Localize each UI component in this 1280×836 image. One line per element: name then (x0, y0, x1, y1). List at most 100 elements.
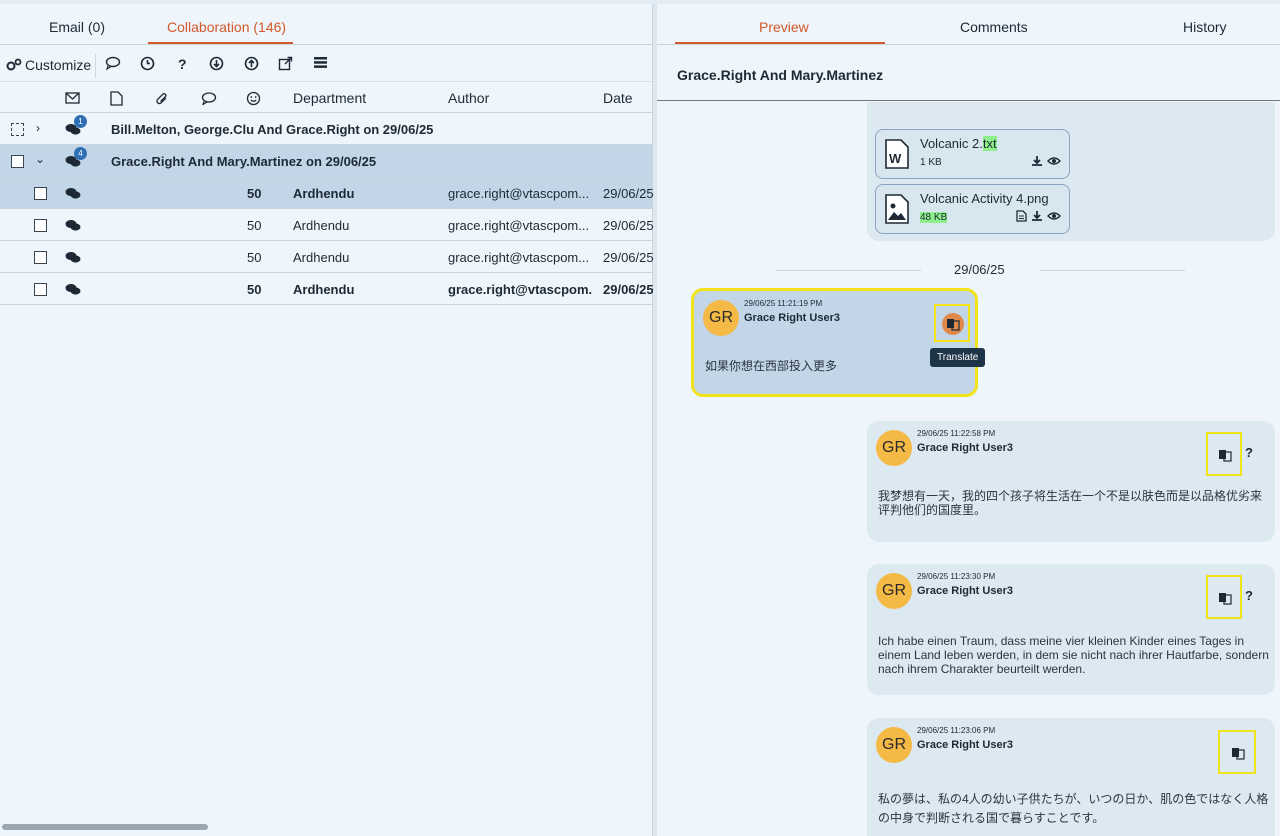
question-icon[interactable]: ? (1245, 445, 1253, 460)
help-button[interactable]: ? (178, 56, 187, 72)
history-button[interactable] (140, 56, 155, 71)
eye-icon[interactable] (1047, 155, 1061, 167)
date-separator-label: 29/06/25 (954, 262, 1005, 277)
comment-author: Grace Right User3 (917, 585, 1013, 597)
customize-button[interactable]: Customize (6, 57, 91, 73)
row-count: 50 (247, 186, 262, 201)
tab-comments[interactable]: Comments (960, 19, 1028, 35)
question-icon[interactable]: ? (1245, 588, 1253, 603)
avatar: GR (876, 573, 912, 609)
question-icon: ? (178, 56, 187, 72)
file-icon[interactable] (110, 91, 123, 106)
attachment-actions (1031, 155, 1061, 167)
group-label: Bill.Melton, George.Clu And Grace.Right … (111, 122, 434, 137)
translate-button[interactable] (1206, 432, 1242, 476)
word-document-icon: W (885, 139, 909, 169)
table-row[interactable]: 50 Ardhendu grace.right@vtascpom... 29/0… (0, 241, 653, 273)
attachment-card[interactable]: W Volcanic 2.txt 1 KB (875, 129, 1070, 179)
arrow-down-circle-icon (209, 56, 224, 71)
avatar: GR (876, 727, 912, 763)
comment-author: Grace Right User3 (744, 312, 840, 324)
row-checkbox[interactable] (34, 219, 47, 232)
thread-title: Grace.Right And Mary.Martinez (677, 67, 884, 83)
translate-icon (947, 319, 960, 331)
table-row[interactable]: 50 Ardhendu grace.right@vtascpom... 29/0… (0, 273, 653, 305)
avatar: GR (876, 430, 912, 466)
attachment-name-ext: txt (982, 136, 997, 151)
upload-button[interactable] (244, 56, 259, 71)
translate-button[interactable] (1206, 575, 1242, 619)
row-date: 29/06/25 (603, 218, 653, 233)
document-icon[interactable] (1016, 210, 1027, 222)
paperclip-icon[interactable] (155, 91, 169, 106)
comment-text: 我梦想有一天，我的四个孩子将生活在一个不是以肤色而是以品格优劣来评判他们的国度里… (878, 489, 1263, 517)
speech-bubble-icon (105, 56, 121, 70)
download-icon[interactable] (1031, 155, 1043, 167)
comment-icon[interactable] (201, 92, 217, 105)
attachment-name: Volcanic Activity 4.png (920, 191, 1049, 206)
row-checkbox[interactable] (34, 251, 47, 264)
comment-bubble[interactable]: GR 29/06/25 11:22:58 PM Grace Right User… (867, 421, 1275, 542)
count-badge: 1 (74, 115, 87, 128)
row-author: grace.right@vtascpom... (448, 250, 590, 265)
chevron-down-icon[interactable]: ⌄ (35, 152, 45, 166)
comments-icon (65, 284, 81, 295)
open-external-button[interactable] (278, 56, 293, 71)
comment-bubble[interactable]: GR 29/06/25 11:23:06 PM Grace Right User… (867, 718, 1275, 836)
translate-icon (1219, 593, 1232, 605)
comment-bubble[interactable]: GR 29/06/25 11:21:19 PM Grace Right User… (691, 288, 978, 397)
comments-icon (65, 220, 81, 231)
tab-email[interactable]: Email (0) (49, 19, 105, 35)
group-label: Grace.Right And Mary.Martinez on 29/06/2… (111, 154, 377, 169)
group-row[interactable]: › 1 Bill.Melton, George.Clu And Grace.Ri… (0, 113, 653, 145)
columns-button[interactable] (313, 56, 328, 69)
comment-button[interactable] (105, 56, 121, 70)
row-checkbox[interactable] (11, 123, 24, 136)
download-icon[interactable] (1031, 210, 1043, 222)
smiley-icon[interactable] (246, 91, 261, 106)
row-department: Ardhendu (293, 218, 350, 233)
clock-icon (140, 56, 155, 71)
column-author[interactable]: Author (448, 90, 489, 106)
tab-history[interactable]: History (1183, 19, 1227, 35)
translate-button[interactable] (1218, 730, 1256, 774)
row-date: 29/06/25 (603, 250, 653, 265)
horizontal-scrollbar[interactable] (2, 824, 208, 830)
attachment-card[interactable]: Volcanic Activity 4.png 48 KB (875, 184, 1070, 234)
download-button[interactable] (209, 56, 224, 71)
row-checkbox[interactable] (34, 187, 47, 200)
envelope-icon[interactable] (65, 92, 80, 104)
comment-text: Ich habe einen Traum, dass meine vier kl… (878, 634, 1269, 676)
comments-icon (65, 188, 81, 199)
arrow-up-circle-icon (244, 56, 259, 71)
attachment-size: 48 KB (920, 212, 948, 223)
row-checkbox[interactable] (34, 283, 47, 296)
comment-bubble[interactable]: GR 29/06/25 11:23:30 PM Grace Right User… (867, 564, 1275, 695)
row-checkbox[interactable] (11, 155, 24, 168)
gears-icon (6, 58, 22, 71)
group-row-selected[interactable]: ⌄ 4 Grace.Right And Mary.Martinez on 29/… (0, 145, 653, 177)
column-date[interactable]: Date (603, 90, 633, 106)
row-count: 50 (247, 282, 262, 297)
comment-timestamp: 29/06/25 11:23:30 PM (917, 572, 996, 581)
left-tabs: Email (0) Collaboration (146) (0, 4, 653, 45)
divider (657, 100, 1280, 101)
collaboration-list-pane: Email (0) Collaboration (146) Customize … (0, 4, 653, 836)
row-author: grace.right@vtascpom... (448, 282, 593, 297)
comment-author: Grace Right User3 (917, 739, 1013, 751)
row-count: 50 (247, 250, 262, 265)
table-row[interactable]: 50 Ardhendu grace.right@vtascpom... 29/0… (0, 209, 653, 241)
chevron-right-icon[interactable]: › (36, 121, 40, 135)
eye-icon[interactable] (1047, 210, 1061, 222)
translate-button[interactable] (934, 304, 970, 342)
table-row[interactable]: 50 Ardhendu grace.right@vtascpom... 29/0… (0, 177, 653, 209)
attachment-name: Volcanic 2.txt (920, 136, 997, 151)
active-tab-indicator (148, 42, 293, 44)
comment-text: 如果你想在西部投入更多 (705, 359, 838, 373)
divider (776, 270, 921, 271)
avatar: GR (703, 300, 739, 336)
row-department: Ardhendu (293, 186, 355, 201)
tab-collaboration[interactable]: Collaboration (146) (167, 19, 286, 35)
tab-preview[interactable]: Preview (759, 19, 809, 35)
column-department[interactable]: Department (293, 90, 366, 106)
